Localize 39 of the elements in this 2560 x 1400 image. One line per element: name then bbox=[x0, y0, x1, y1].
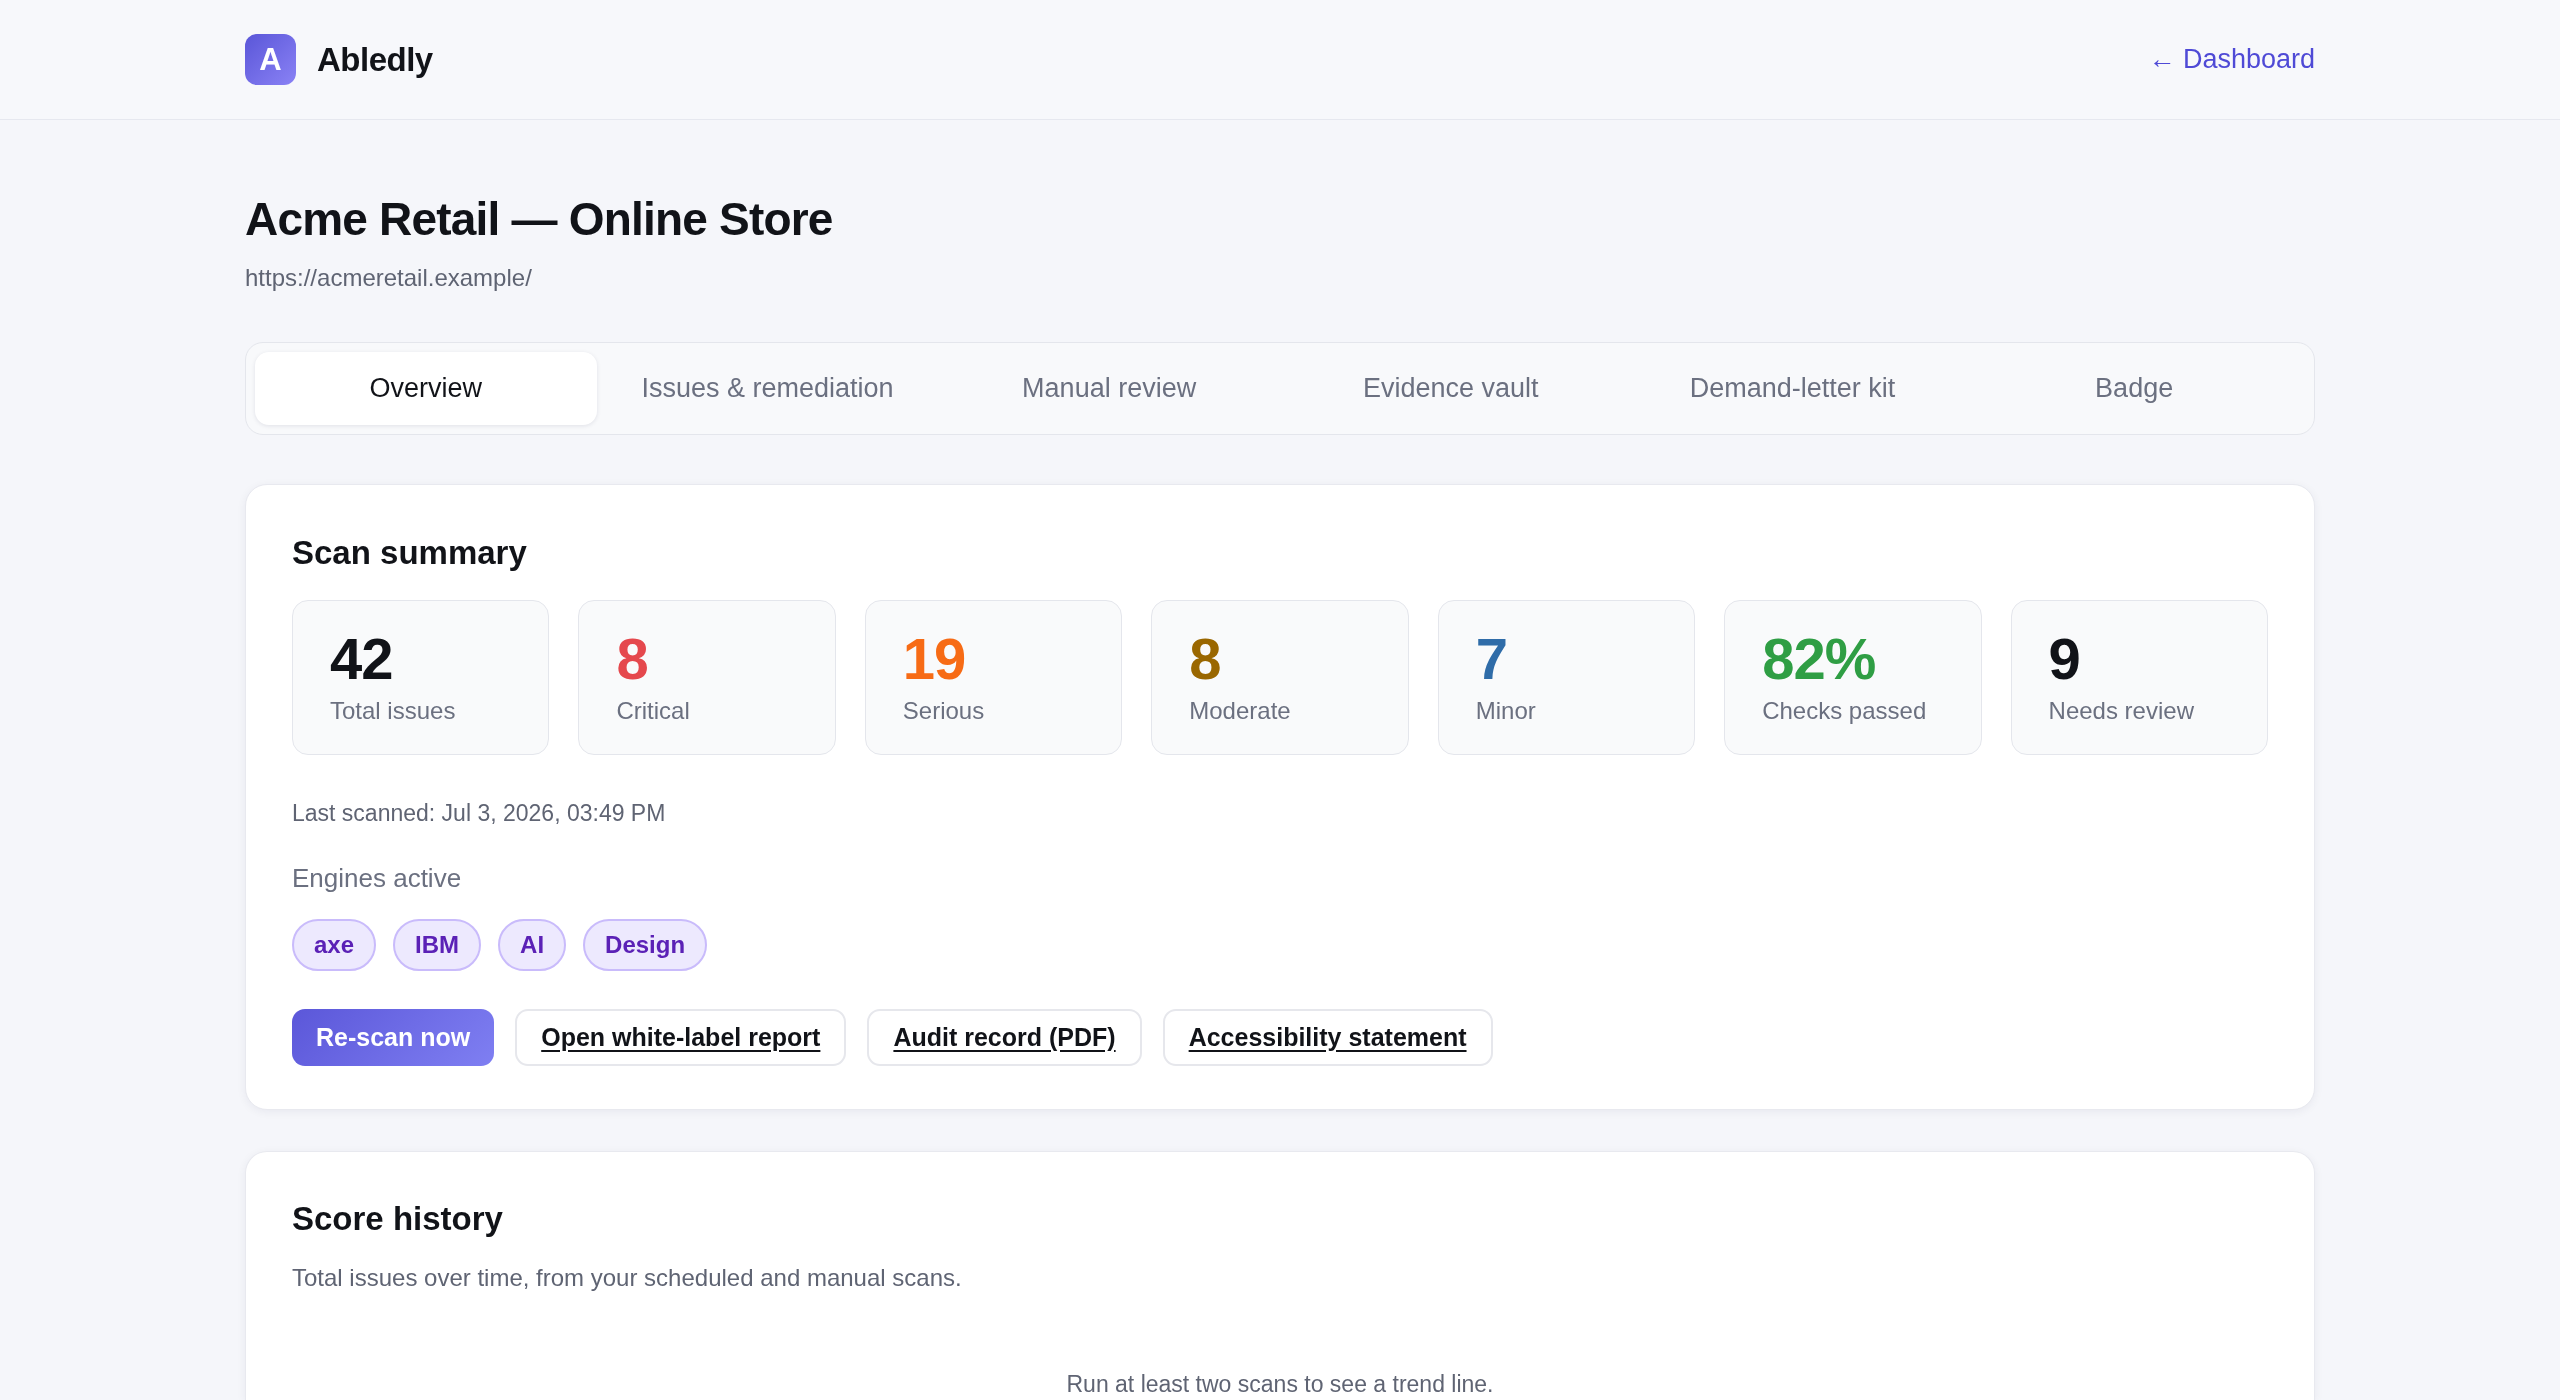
stat-value: 42 bbox=[330, 630, 393, 688]
site-url: https://acmeretail.example/ bbox=[245, 263, 533, 293]
tab[interactable]: Manual review bbox=[938, 352, 1280, 425]
stat-label: Critical bbox=[616, 696, 690, 726]
logo-mark: A bbox=[245, 34, 296, 85]
outlined-link[interactable]: Open white-label report bbox=[515, 1009, 847, 1066]
outlined-link[interactable]: Audit record (PDF) bbox=[867, 1009, 1142, 1066]
back-link[interactable]: ← Dashboard bbox=[2148, 44, 2315, 75]
stat-label: Total issues bbox=[330, 696, 456, 726]
card-subtitle: Total issues over time, from your scheduled and manual scans. bbox=[292, 1263, 963, 1293]
stat-label: Needs review bbox=[2048, 696, 2194, 726]
stat-label: Checks passed bbox=[1762, 696, 1927, 726]
stat-value: 19 bbox=[902, 630, 966, 688]
last-scanned: Last scanned: Jul 3, 2026, 03:49 PM bbox=[292, 799, 667, 828]
engine-tag: AI bbox=[498, 919, 567, 971]
tab[interactable]: Evidence vault bbox=[1280, 352, 1622, 425]
tab[interactable]: Badge bbox=[1963, 352, 2305, 425]
stat-label: Moderate bbox=[1189, 696, 1291, 726]
tab[interactable]: Demand-letter kit bbox=[1621, 352, 1964, 425]
stat-label: Serious bbox=[902, 696, 985, 726]
card-title: Scan summary bbox=[292, 533, 528, 573]
engine-tag: Design bbox=[583, 919, 708, 971]
page-title: Acme Retail — Online Store bbox=[245, 192, 834, 247]
primary-button[interactable]: Re-scan now bbox=[292, 1009, 495, 1066]
card-title: Score history bbox=[292, 1199, 504, 1239]
empty-message: Run at least two scans to see a trend line. bbox=[1066, 1370, 1494, 1399]
stat-value: 8 bbox=[1189, 630, 1221, 688]
tab[interactable]: Issues & remediation bbox=[596, 352, 939, 425]
engines-label: Engines active bbox=[292, 862, 463, 895]
stat-value: 82% bbox=[1762, 630, 1876, 688]
engine-tag: axe bbox=[292, 919, 377, 971]
brand-name: Abledly bbox=[317, 40, 433, 79]
stat-value: 9 bbox=[2048, 630, 2080, 688]
outlined-link[interactable]: Accessibility statement bbox=[1162, 1009, 1493, 1066]
stat-label: Minor bbox=[1475, 696, 1536, 726]
stat-value: 7 bbox=[1475, 630, 1507, 688]
stat-value: 8 bbox=[616, 630, 648, 688]
engine-tag: IBM bbox=[393, 919, 482, 971]
tab[interactable]: Overview bbox=[255, 352, 597, 425]
